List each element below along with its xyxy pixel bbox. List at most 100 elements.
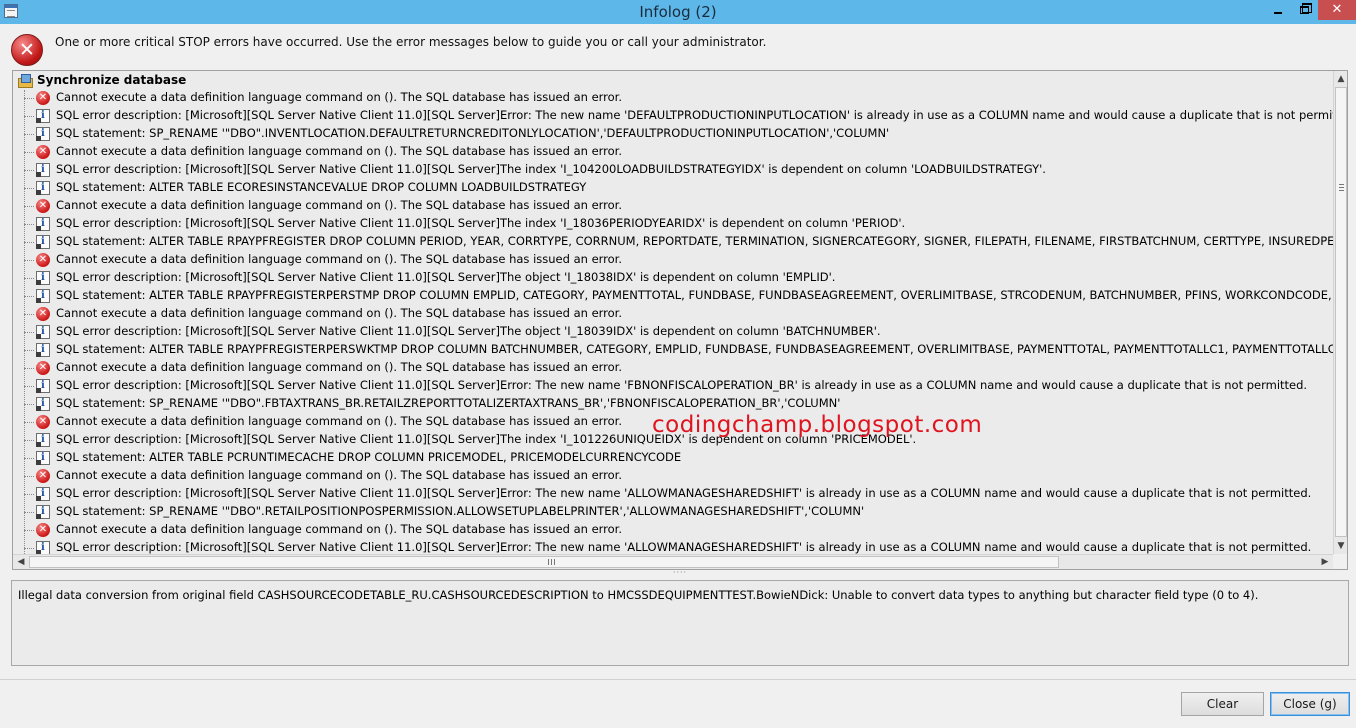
tree-row-text: SQL error description: [Microsoft][SQL S… <box>56 540 1312 554</box>
tree-row[interactable]: ✕ Cannot execute a data definition langua… <box>13 521 1333 539</box>
minimize-button[interactable] <box>1266 0 1290 20</box>
tree-row-text: SQL statement: SP_RENAME '"DBO".INVENTLO… <box>56 126 890 140</box>
tree-row-text: Cannot execute a data definition languag… <box>56 252 623 266</box>
tree-rows: ✕ Cannot execute a data definition langua… <box>13 89 1347 557</box>
tree-row-text: SQL statement: ALTER TABLE RPAYPFREGISTE… <box>56 288 1348 302</box>
tree-row[interactable]: SQL statement: ALTER TABLE ECORESINSTANC… <box>13 179 1333 197</box>
scroll-left-button[interactable]: ◀ <box>13 555 29 569</box>
restore-button[interactable] <box>1292 0 1316 20</box>
scroll-down-button[interactable]: ▼ <box>1334 538 1347 554</box>
button-bar-divider <box>0 679 1356 680</box>
grip-icon <box>1339 184 1344 191</box>
info-icon <box>36 325 50 339</box>
tree-row-text: Cannot execute a data definition languag… <box>56 306 623 320</box>
tree-row-text: Cannot execute a data definition languag… <box>56 144 623 158</box>
tree-row-text: SQL statement: SP_RENAME '"DBO".FBTAXTRA… <box>56 396 841 410</box>
vertical-scrollbar[interactable]: ▲ ▼ <box>1333 71 1347 554</box>
tree-row[interactable]: ✕ Cannot execute a data definition langua… <box>13 197 1333 215</box>
info-icon <box>36 109 50 123</box>
tree-row[interactable]: SQL error description: [Microsoft][SQL S… <box>13 161 1333 179</box>
tree-row[interactable]: SQL statement: SP_RENAME '"DBO".INVENTLO… <box>13 125 1333 143</box>
restore-icon <box>1299 2 1312 14</box>
critical-error-icon: ✕ <box>11 34 43 66</box>
info-icon <box>36 217 50 231</box>
error-icon: ✕ <box>36 307 50 321</box>
tree-row[interactable]: ✕ Cannot execute a data definition langua… <box>13 305 1333 323</box>
tree-row[interactable]: SQL statement: ALTER TABLE RPAYPFREGISTE… <box>13 233 1347 251</box>
close-button[interactable]: Close (g) <box>1270 692 1350 716</box>
minimize-icon <box>1274 11 1282 14</box>
horizontal-scrollbar[interactable]: ◀ ▶ <box>13 554 1333 569</box>
tree-row[interactable]: SQL error description: [Microsoft][SQL S… <box>13 323 1333 341</box>
info-icon <box>36 505 50 519</box>
tree-row-text: SQL error description: [Microsoft][SQL S… <box>56 378 1308 392</box>
tree-row-text: Cannot execute a data definition languag… <box>56 522 623 536</box>
tree-row[interactable]: SQL statement: SP_RENAME '"DBO".RETAILPO… <box>13 503 1333 521</box>
tree-row-text: SQL statement: ALTER TABLE PCRUNTIMECACH… <box>56 450 682 464</box>
info-icon <box>36 451 50 465</box>
window-title: Infolog (2) <box>639 3 717 21</box>
panel-splitter[interactable]: ···· <box>670 569 690 578</box>
tree-row-text: Cannot execute a data definition languag… <box>56 414 623 428</box>
tree-row[interactable]: ✕ Cannot execute a data definition langua… <box>13 143 1333 161</box>
error-icon: ✕ <box>36 469 50 483</box>
tree-row-text: SQL error description: [Microsoft][SQL S… <box>56 324 881 338</box>
watermark-text: codingchamp.blogspot.com <box>652 412 983 438</box>
tree-row-text: Cannot execute a data definition languag… <box>56 90 623 104</box>
error-icon: ✕ <box>36 253 50 267</box>
tree-row[interactable]: SQL error description: [Microsoft][SQL S… <box>13 377 1333 395</box>
synchronize-database-icon <box>18 74 33 88</box>
info-icon <box>36 487 50 501</box>
info-icon <box>36 433 50 447</box>
info-icon <box>36 397 50 411</box>
window-close-button[interactable]: ✕ <box>1318 0 1356 20</box>
info-icon <box>36 541 50 555</box>
tree-row[interactable]: SQL statement: SP_RENAME '"DBO".FBTAXTRA… <box>13 395 1333 413</box>
tree-row-text: SQL statement: ALTER TABLE RPAYPFREGISTE… <box>56 342 1348 356</box>
tree-row-text: Cannot execute a data definition languag… <box>56 360 623 374</box>
tree-row-text: SQL error description: [Microsoft][SQL S… <box>56 108 1348 122</box>
message-detail-pane[interactable]: Illegal data conversion from original fi… <box>11 580 1349 666</box>
tree-row-text: SQL error description: [Microsoft][SQL S… <box>56 270 836 284</box>
tree-row[interactable]: ✕ Cannot execute a data definition langua… <box>13 359 1333 377</box>
scroll-right-button[interactable]: ▶ <box>1317 555 1333 569</box>
infolog-tree[interactable]: Synchronize database ✕ Cannot execute a d… <box>12 70 1348 570</box>
info-icon <box>36 289 50 303</box>
tree-row[interactable]: SQL statement: ALTER TABLE PCRUNTIMECACH… <box>13 449 1333 467</box>
error-summary-message: One or more critical STOP errors have oc… <box>55 35 767 49</box>
tree-row-text: SQL statement: ALTER TABLE RPAYPFREGISTE… <box>56 234 1348 248</box>
tree-row[interactable]: SQL error description: [Microsoft][SQL S… <box>13 269 1333 287</box>
tree-row[interactable]: ✕ Cannot execute a data definition langua… <box>13 251 1333 269</box>
error-icon: ✕ <box>36 415 50 429</box>
vertical-scroll-thumb[interactable] <box>1335 87 1347 537</box>
tree-row-text: SQL error description: [Microsoft][SQL S… <box>56 162 1046 176</box>
tree-row[interactable]: SQL statement: ALTER TABLE RPAYPFREGISTE… <box>13 341 1347 359</box>
tree-row[interactable]: SQL error description: [Microsoft][SQL S… <box>13 107 1347 125</box>
tree-row-text: SQL error description: [Microsoft][SQL S… <box>56 216 906 230</box>
title-bar[interactable]: Infolog (2) ✕ <box>0 0 1356 24</box>
tree-row-text: SQL statement: SP_RENAME '"DBO".RETAILPO… <box>56 504 865 518</box>
grip-icon <box>548 559 555 565</box>
info-icon <box>36 271 50 285</box>
tree-row-text: Cannot execute a data definition languag… <box>56 468 623 482</box>
tree-row[interactable]: SQL statement: ALTER TABLE RPAYPFREGISTE… <box>13 287 1347 305</box>
scroll-up-button[interactable]: ▲ <box>1334 71 1347 87</box>
tree-row-text: SQL statement: ALTER TABLE ECORESINSTANC… <box>56 180 587 194</box>
error-icon: ✕ <box>36 145 50 159</box>
horizontal-scroll-thumb[interactable] <box>29 556 1059 568</box>
tree-row[interactable]: SQL error description: [Microsoft][SQL S… <box>13 485 1333 503</box>
tree-row-text: SQL error description: [Microsoft][SQL S… <box>56 486 1312 500</box>
info-icon <box>36 163 50 177</box>
info-icon <box>36 379 50 393</box>
tree-row[interactable]: ✕ Cannot execute a data definition langua… <box>13 467 1333 485</box>
tree-row-text: Cannot execute a data definition languag… <box>56 198 623 212</box>
error-icon: ✕ <box>36 523 50 537</box>
scrollbar-corner <box>1333 554 1347 569</box>
detail-text: Illegal data conversion from original fi… <box>18 588 1259 602</box>
info-icon <box>36 235 50 249</box>
clear-button[interactable]: Clear <box>1181 692 1264 716</box>
error-icon: ✕ <box>36 361 50 375</box>
tree-row[interactable]: ✕ Cannot execute a data definition langua… <box>13 89 1333 107</box>
info-icon <box>36 127 50 141</box>
tree-row[interactable]: SQL error description: [Microsoft][SQL S… <box>13 215 1333 233</box>
